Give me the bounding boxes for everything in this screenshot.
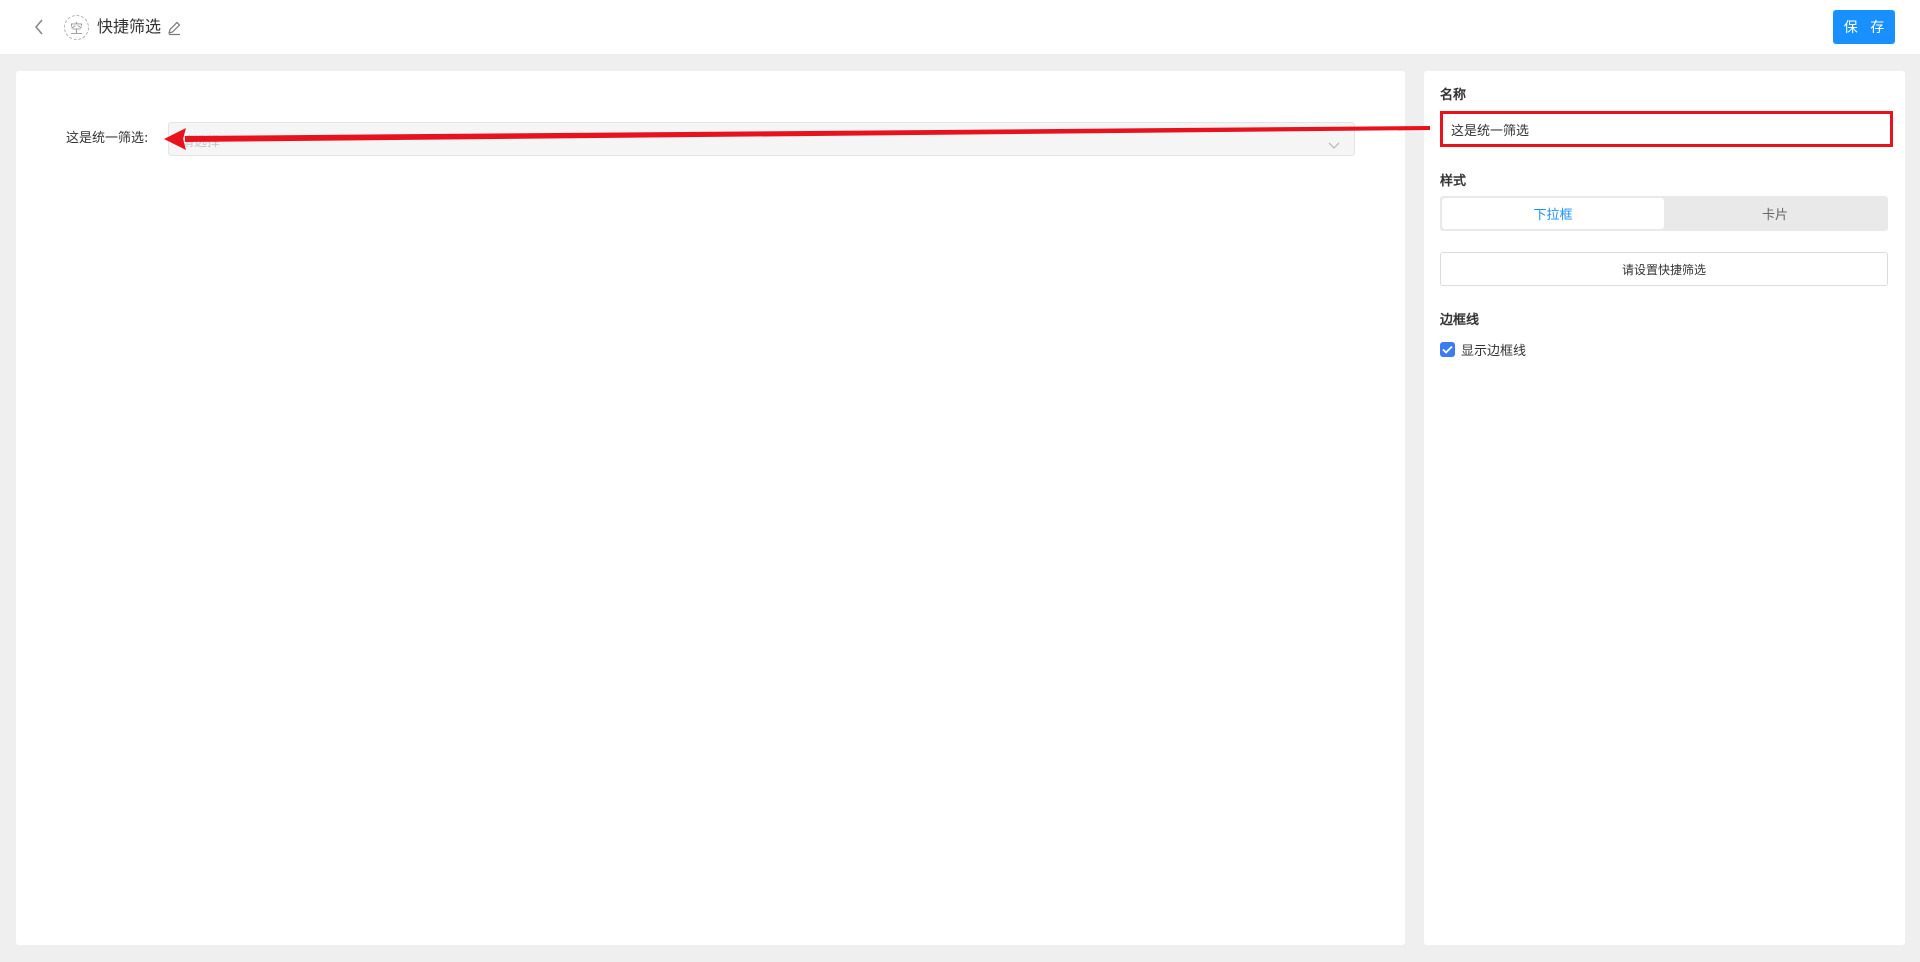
border-section-title: 边框线 <box>1440 313 1480 328</box>
save-button[interactable]: 保 存 <box>1833 10 1895 44</box>
pencil-icon[interactable] <box>166 20 182 36</box>
filter-label: 这是统一筛选: <box>66 131 149 146</box>
style-section-title: 样式 <box>1440 174 1467 189</box>
back-icon[interactable] <box>28 14 50 40</box>
chevron-down-icon <box>1328 135 1340 154</box>
page-title: 快捷筛选 <box>97 17 162 36</box>
empty-avatar-icon: 空 <box>64 15 89 40</box>
filter-dropdown[interactable]: 请选择 <box>168 122 1355 156</box>
top-bar: 空 快捷筛选 保 存 <box>0 0 1920 54</box>
style-option-card[interactable]: 卡片 <box>1664 198 1886 229</box>
name-input[interactable] <box>1440 111 1893 147</box>
name-section-title: 名称 <box>1440 88 1467 103</box>
filter-placeholder: 请选择 <box>181 135 221 150</box>
checkbox-checked-icon[interactable] <box>1440 342 1455 357</box>
show-border-label: 显示边框线 <box>1461 344 1527 359</box>
style-option-dropdown[interactable]: 下拉框 <box>1442 198 1664 229</box>
show-border-checkbox-row[interactable]: 显示边框线 <box>1440 340 1526 359</box>
style-segmented-control: 下拉框 卡片 <box>1440 196 1888 231</box>
configure-quick-filter-button[interactable]: 请设置快捷筛选 <box>1440 252 1888 286</box>
preview-canvas <box>16 71 1405 945</box>
